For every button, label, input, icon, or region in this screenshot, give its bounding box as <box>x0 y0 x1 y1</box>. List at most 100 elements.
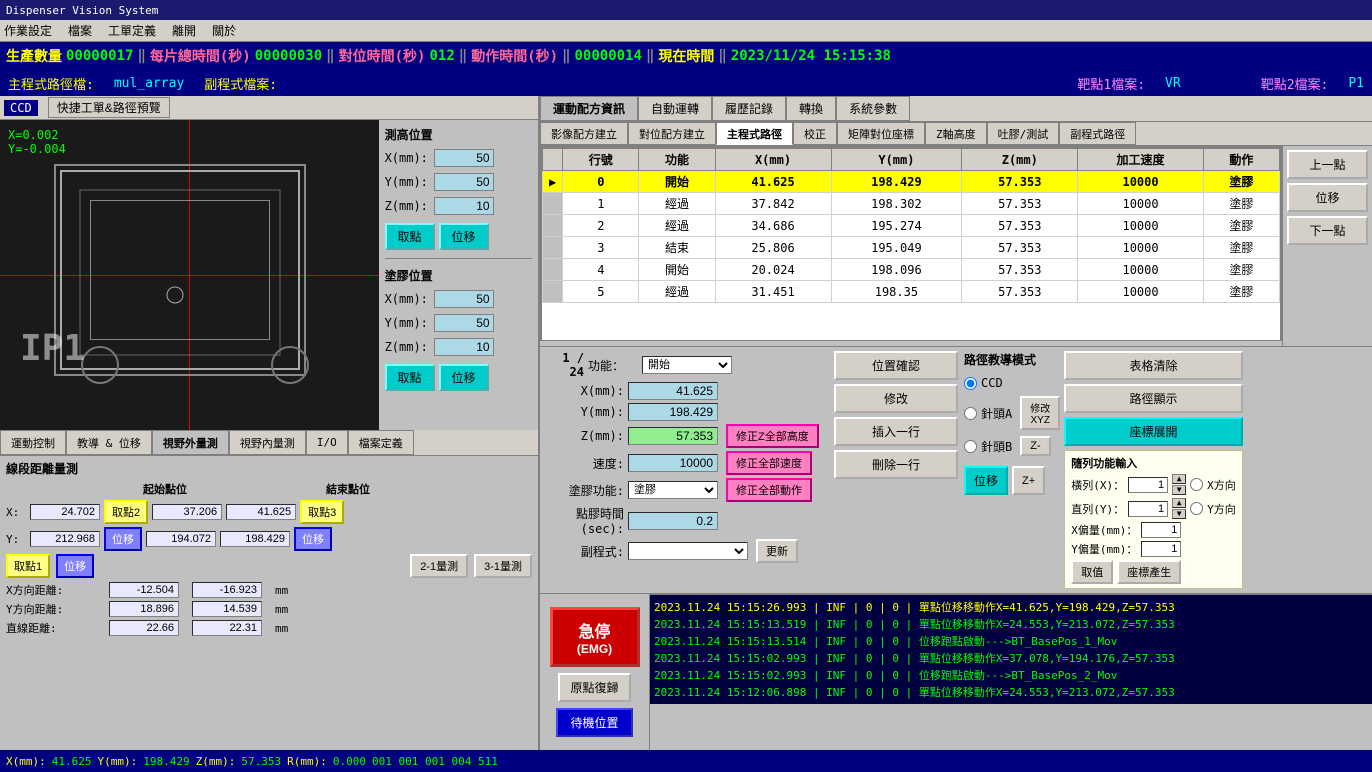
y-dir-31[interactable] <box>192 601 262 617</box>
array-x-input[interactable] <box>1128 477 1168 493</box>
standby-btn[interactable]: 待機位置 <box>556 708 632 737</box>
line-dir-21[interactable] <box>109 620 179 636</box>
move-btn[interactable]: 位移 <box>1287 183 1368 212</box>
radio-nozzleb[interactable] <box>964 440 977 453</box>
btab-io[interactable]: I/O <box>306 430 348 455</box>
meas21-btn[interactable]: 2-1量測 <box>410 554 468 578</box>
gpos-move-btn[interactable]: 位移 <box>439 364 489 391</box>
start-x-input[interactable] <box>30 504 100 520</box>
y-offset-input[interactable] <box>1141 541 1181 557</box>
emergency-btn[interactable]: 急停 (EMG) <box>550 607 640 667</box>
mpos-y-input[interactable] <box>434 173 494 191</box>
array-x-up[interactable]: ▲ <box>1172 474 1186 484</box>
rtab-convert[interactable]: 轉換 <box>786 96 836 121</box>
table-row[interactable]: 5 經過 31.451 198.35 57.353 10000 塗膠 <box>543 281 1280 303</box>
modifyaction-btn[interactable]: 修正全部動作 <box>726 478 812 502</box>
meas31-btn[interactable]: 3-1量測 <box>474 554 532 578</box>
gpos-x-input[interactable] <box>434 290 494 308</box>
prev-point-btn[interactable]: 上一點 <box>1287 150 1368 179</box>
menu-item-1[interactable]: 檔案 <box>68 22 92 39</box>
menu-item-4[interactable]: 關於 <box>212 22 236 39</box>
array-y-up[interactable]: ▲ <box>1172 498 1186 508</box>
update-btn[interactable]: 更新 <box>756 539 798 563</box>
gpos-y-input[interactable] <box>434 314 494 332</box>
table-row[interactable]: ▶ 0 開始 41.625 198.429 57.353 10000 塗膠 <box>543 171 1280 193</box>
table-row[interactable]: 1 經過 37.842 198.302 57.353 10000 塗膠 <box>543 193 1280 215</box>
path-move-btn[interactable]: 位移 <box>964 466 1008 495</box>
rtab-motion[interactable]: 運動配方資訊 <box>540 96 638 121</box>
move3-btn[interactable]: 位移 <box>294 527 332 551</box>
x-input[interactable] <box>628 382 718 400</box>
move1-btn[interactable]: 位移 <box>56 554 94 578</box>
table-row[interactable]: 2 經過 34.686 195.274 57.353 10000 塗膠 <box>543 215 1280 237</box>
glue-select[interactable]: 塗膠 <box>628 481 718 499</box>
rtab-sysparams[interactable]: 系統參數 <box>836 96 910 121</box>
x-dir-31[interactable] <box>192 582 262 598</box>
modifyz-btn[interactable]: 修正Z全部高度 <box>726 424 819 448</box>
restore-btn[interactable]: 原點復歸 <box>558 673 630 702</box>
zplus-btn[interactable]: Z+ <box>1012 466 1045 495</box>
expand-btn[interactable]: 座標展開 <box>1064 417 1243 446</box>
menu-item-0[interactable]: 作業設定 <box>4 22 52 39</box>
itab-calib[interactable]: 校正 <box>793 122 837 145</box>
array-y-input[interactable] <box>1128 501 1168 517</box>
path-preview-btn[interactable]: 快捷工單&路徑預覽 <box>48 97 170 118</box>
btab-outside[interactable]: 視野外量測 <box>152 430 229 455</box>
mpos-x-input[interactable] <box>434 149 494 167</box>
get-val-btn[interactable]: 取值 <box>1071 560 1113 584</box>
y-input[interactable] <box>628 403 718 421</box>
itab-zheight[interactable]: Z軸高度 <box>925 122 987 145</box>
radio-ccd[interactable] <box>964 377 977 390</box>
sub-select[interactable] <box>628 542 748 560</box>
mpos-move-btn[interactable]: 位移 <box>439 223 489 250</box>
btab-motion[interactable]: 運動控制 <box>0 430 66 455</box>
x-offset-input[interactable] <box>1141 522 1181 538</box>
z-input[interactable] <box>628 427 718 445</box>
end-x1-input[interactable] <box>152 504 222 520</box>
delete-btn[interactable]: 刪除一行 <box>834 450 958 479</box>
gpos-take-btn[interactable]: 取點 <box>385 364 435 391</box>
menu-item-2[interactable]: 工單定義 <box>108 22 156 39</box>
mpos-z-input[interactable] <box>434 197 494 215</box>
itab-mainpath[interactable]: 主程式路徑 <box>716 122 793 145</box>
itab-image[interactable]: 影像配方建立 <box>540 122 628 145</box>
array-y-down[interactable]: ▼ <box>1172 509 1186 519</box>
modify-btn[interactable]: 修改 <box>834 384 958 413</box>
modifyall-btn[interactable]: 修正全部速度 <box>726 451 812 475</box>
end-x2-input[interactable] <box>226 504 296 520</box>
radio-nozzlea[interactable] <box>964 407 977 420</box>
modify-xyz-btn[interactable]: 修改 XYZ <box>1020 396 1060 430</box>
take3-btn[interactable]: 取點3 <box>300 500 344 524</box>
gen-coord-btn[interactable]: 座標產生 <box>1117 560 1181 584</box>
x-dir-21[interactable] <box>109 582 179 598</box>
radio-y-dir[interactable] <box>1190 502 1203 515</box>
zminus-btn[interactable]: Z- <box>1020 436 1050 456</box>
radio-x-dir[interactable] <box>1190 478 1203 491</box>
time-input[interactable] <box>628 512 718 530</box>
btab-teach[interactable]: 教導 & 位移 <box>66 430 152 455</box>
insert-btn[interactable]: 插入一行 <box>834 417 958 446</box>
confirm-btn[interactable]: 位置確認 <box>834 351 958 380</box>
take1-btn[interactable]: 取點1 <box>6 554 50 578</box>
itab-align[interactable]: 對位配方建立 <box>628 122 716 145</box>
array-x-down[interactable]: ▼ <box>1172 485 1186 495</box>
itab-matrix[interactable]: 矩陣對位座標 <box>837 122 925 145</box>
clear-btn[interactable]: 表格清除 <box>1064 351 1243 380</box>
itab-subpath[interactable]: 副程式路徑 <box>1059 122 1136 145</box>
take2-btn[interactable]: 取點2 <box>104 500 148 524</box>
func-select[interactable]: 開始 經過 結束 <box>642 356 732 374</box>
start-y-input[interactable] <box>30 531 100 547</box>
line-dir-31[interactable] <box>192 620 262 636</box>
table-row[interactable]: 4 開始 20.024 198.096 57.353 10000 塗膠 <box>543 259 1280 281</box>
menu-item-3[interactable]: 離開 <box>172 22 196 39</box>
next-point-btn[interactable]: 下一點 <box>1287 216 1368 245</box>
mpos-take-btn[interactable]: 取點 <box>385 223 435 250</box>
gpos-z-input[interactable] <box>434 338 494 356</box>
btab-file[interactable]: 檔案定義 <box>348 430 414 455</box>
speed-input[interactable] <box>628 454 718 472</box>
move2-btn[interactable]: 位移 <box>104 527 142 551</box>
path-display-btn[interactable]: 路徑顯示 <box>1064 384 1243 413</box>
end-y1-input[interactable] <box>146 531 216 547</box>
end-y2-input[interactable] <box>220 531 290 547</box>
rtab-history[interactable]: 履歷記錄 <box>712 96 786 121</box>
